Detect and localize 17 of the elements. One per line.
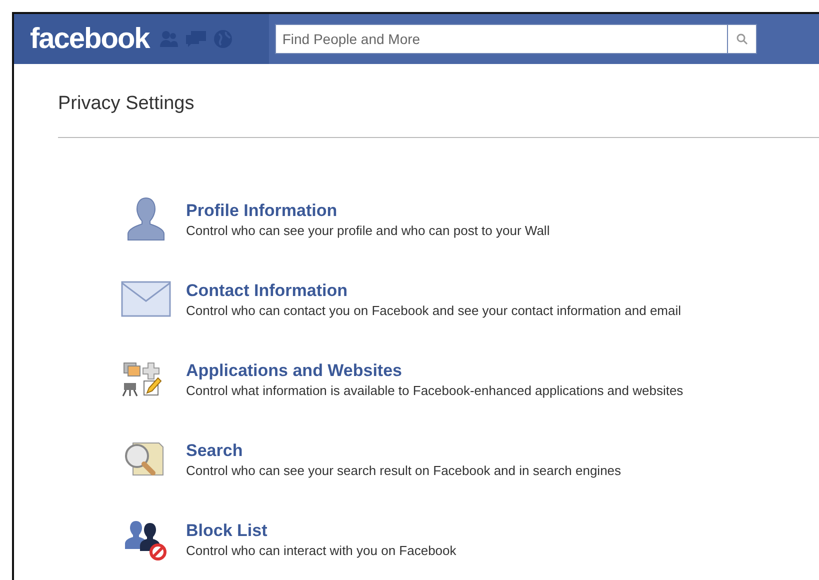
envelope-icon [121,281,171,317]
section-link[interactable]: Applications and Websites [186,360,684,382]
search-icon[interactable] [736,33,748,45]
person-icon [126,196,166,242]
logo[interactable]: facebook [30,24,150,54]
search-field[interactable]: Find People and More [275,24,728,54]
search-button[interactable] [727,24,758,54]
section-description: Control what information is available to Facebook-enhanced applications and websites [186,382,684,398]
section-description: Control who can see your profile and who can post to your Wall [186,222,550,238]
section-description: Control who can interact with you on Facebook [186,542,456,558]
page-title: Privacy Settings [58,94,196,113]
section-description: Control who can see your search result on Facebook and in search engines [186,462,622,478]
section-link[interactable]: Contact Information [186,280,682,302]
section-link[interactable]: Block List [186,520,456,542]
section-description: Control who can contact you on Facebook and see your contact information and email [186,302,682,318]
section-link[interactable]: Search [186,440,622,462]
section-link[interactable]: Profile Information [186,200,550,222]
